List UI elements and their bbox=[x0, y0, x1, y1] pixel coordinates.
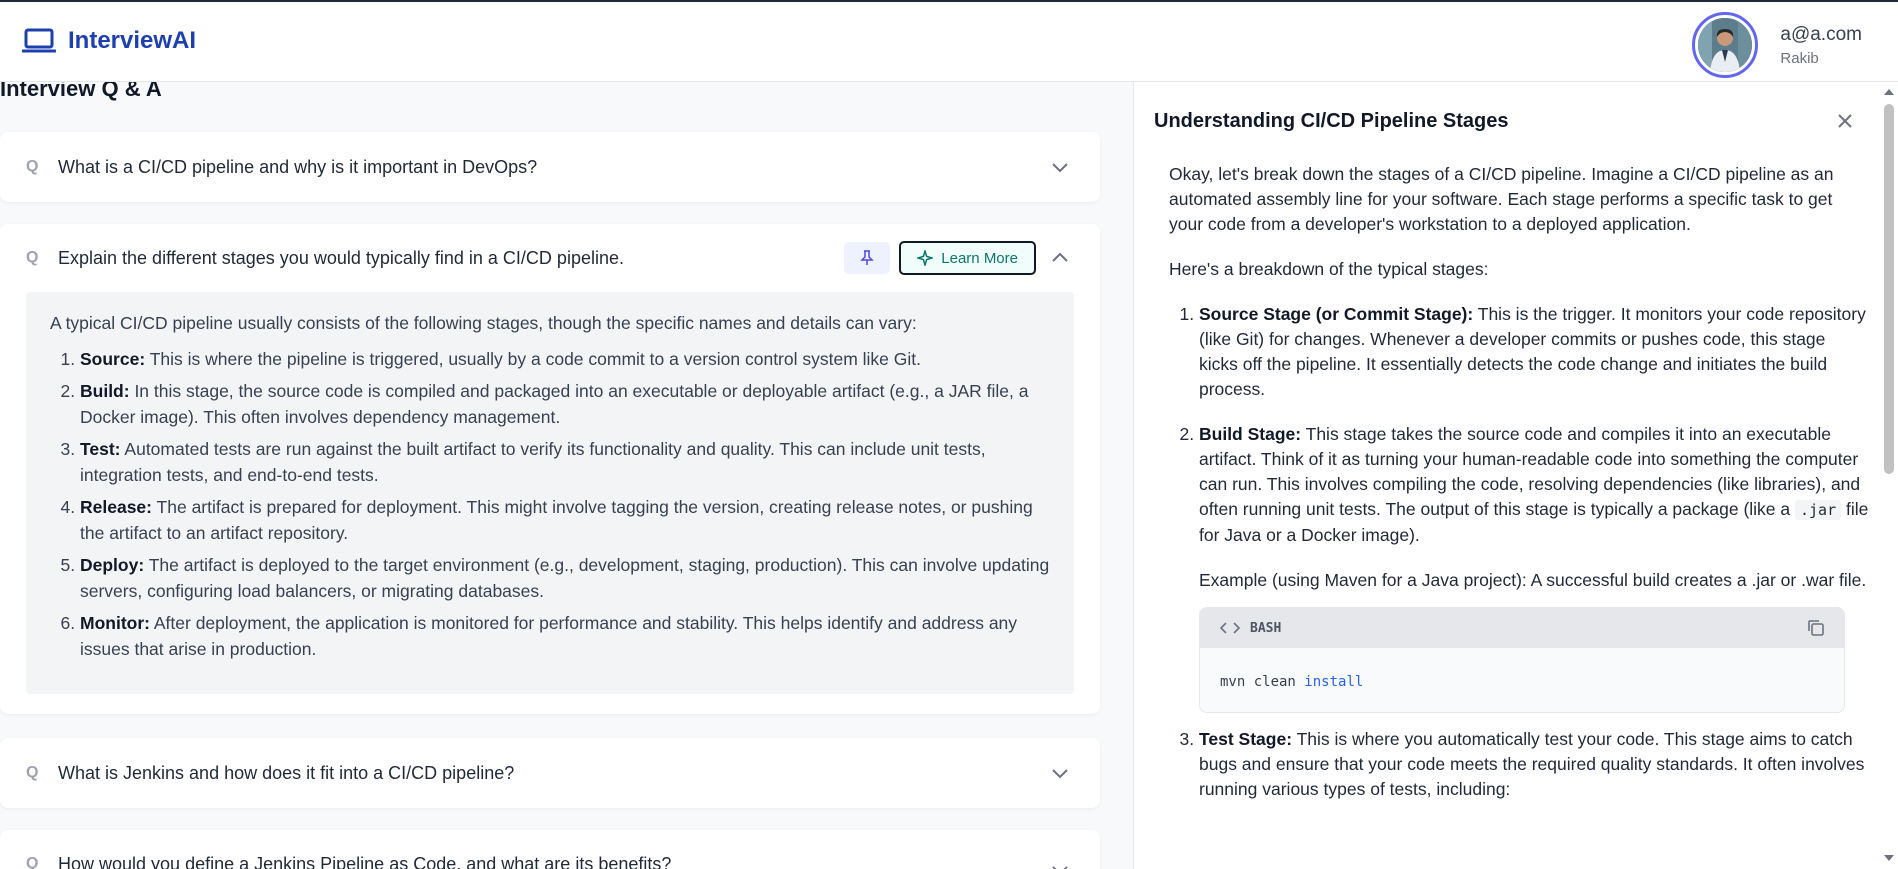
learn-more-label: Learn More bbox=[941, 249, 1018, 267]
inline-code: .jar bbox=[1795, 500, 1842, 520]
list-item: Monitor: After deployment, the applicati… bbox=[80, 610, 1050, 662]
avatar-photo bbox=[1698, 18, 1753, 72]
list-item: Build Stage: This stage takes the source… bbox=[1199, 422, 1869, 713]
question-text: What is Jenkins and how does it fit into… bbox=[58, 762, 515, 783]
question-text: How would you define a Jenkins Pipeline … bbox=[58, 854, 672, 869]
top-bar: InterviewAI a@a.com Rakib bbox=[0, 0, 1898, 82]
question-header[interactable]: Q What is a CI/CD pipeline and why is it… bbox=[0, 132, 1100, 202]
scrollbar-thumb[interactable] bbox=[1884, 104, 1894, 474]
question-card[interactable]: Q What is a CI/CD pipeline and why is it… bbox=[0, 132, 1100, 202]
user-menu[interactable]: a@a.com Rakib bbox=[1692, 12, 1862, 78]
scroll-down-icon[interactable] bbox=[1883, 852, 1895, 864]
scroll-up-icon[interactable] bbox=[1883, 86, 1895, 98]
panel-paragraph: Here's a breakdown of the typical stages… bbox=[1169, 259, 1489, 279]
chevron-down-icon[interactable] bbox=[1050, 860, 1070, 869]
question-header[interactable]: Q How would you define a Jenkins Pipelin… bbox=[0, 830, 1100, 869]
learn-more-panel: Understanding CI/CD Pipeline Stages Okay… bbox=[1133, 82, 1898, 869]
question-card[interactable]: Q How would you define a Jenkins Pipelin… bbox=[0, 830, 1100, 869]
list-item: Deploy: The artifact is deployed to the … bbox=[80, 552, 1050, 604]
code-icon bbox=[1220, 622, 1240, 634]
code-language: BASH bbox=[1250, 620, 1282, 636]
panel-content: Okay, let's break down the stages of a C… bbox=[1169, 162, 1869, 822]
q-marker: Q bbox=[26, 249, 39, 266]
question-header[interactable]: Q What is Jenkins and how does it fit in… bbox=[0, 738, 1100, 808]
user-email: a@a.com bbox=[1780, 23, 1862, 45]
question-card-expanded[interactable]: Q Explain the different stages you would… bbox=[0, 224, 1100, 714]
sparkle-icon bbox=[917, 250, 934, 266]
panel-stage-list: Source Stage (or Commit Stage): This is … bbox=[1169, 302, 1869, 802]
question-text: What is a CI/CD pipeline and why is it i… bbox=[58, 156, 538, 177]
chevron-up-icon[interactable] bbox=[1050, 248, 1070, 268]
pin-button[interactable] bbox=[844, 242, 890, 274]
qa-column: Interview Q & A Q What is a CI/CD pipeli… bbox=[0, 82, 1110, 869]
q-marker: Q bbox=[26, 158, 39, 175]
answer-panel: A typical CI/CD pipeline usually consist… bbox=[26, 292, 1074, 694]
q-marker: Q bbox=[26, 764, 39, 781]
panel-paragraph: Okay, let's break down the stages of a C… bbox=[1169, 164, 1834, 234]
code-header: BASH bbox=[1200, 608, 1844, 648]
question-text: Explain the different stages you would t… bbox=[58, 247, 624, 268]
close-icon[interactable] bbox=[1834, 110, 1856, 132]
question-card[interactable]: Q What is Jenkins and how does it fit in… bbox=[0, 738, 1100, 808]
learn-more-button[interactable]: Learn More bbox=[899, 241, 1036, 275]
list-item: Source Stage (or Commit Stage): This is … bbox=[1199, 302, 1869, 402]
panel-scrollbar[interactable] bbox=[1880, 82, 1898, 869]
chevron-down-icon[interactable] bbox=[1050, 157, 1070, 177]
copy-icon[interactable] bbox=[1806, 618, 1826, 638]
list-item: Build: In this stage, the source code is… bbox=[80, 378, 1050, 430]
chevron-down-icon[interactable] bbox=[1050, 763, 1070, 783]
question-header[interactable]: Q Explain the different stages you would… bbox=[0, 224, 1100, 292]
user-name: Rakib bbox=[1780, 49, 1819, 67]
list-item: Test Stage: This is where you automatica… bbox=[1199, 727, 1869, 802]
avatar[interactable] bbox=[1692, 12, 1759, 78]
stage-list: Source: This is where the pipeline is tr… bbox=[50, 346, 1050, 662]
list-item: Test: Automated tests are run against th… bbox=[80, 436, 1050, 488]
pin-icon bbox=[860, 250, 874, 265]
brand[interactable]: InterviewAI bbox=[22, 26, 196, 56]
example-text: Example (using Maven for a Java project)… bbox=[1199, 570, 1867, 590]
page-title: Interview Q & A bbox=[0, 82, 162, 101]
list-item: Release: The artifact is prepared for de… bbox=[80, 494, 1050, 546]
list-item: Source: This is where the pipeline is tr… bbox=[80, 346, 1050, 372]
laptop-icon bbox=[22, 28, 56, 53]
panel-title: Understanding CI/CD Pipeline Stages bbox=[1154, 110, 1509, 132]
q-marker: Q bbox=[26, 855, 39, 869]
answer-intro: A typical CI/CD pipeline usually consist… bbox=[50, 313, 917, 333]
brand-title: InterviewAI bbox=[68, 27, 197, 54]
code-content: mvn clean install bbox=[1200, 648, 1844, 712]
code-block: BASH mvn clean install bbox=[1199, 607, 1845, 713]
